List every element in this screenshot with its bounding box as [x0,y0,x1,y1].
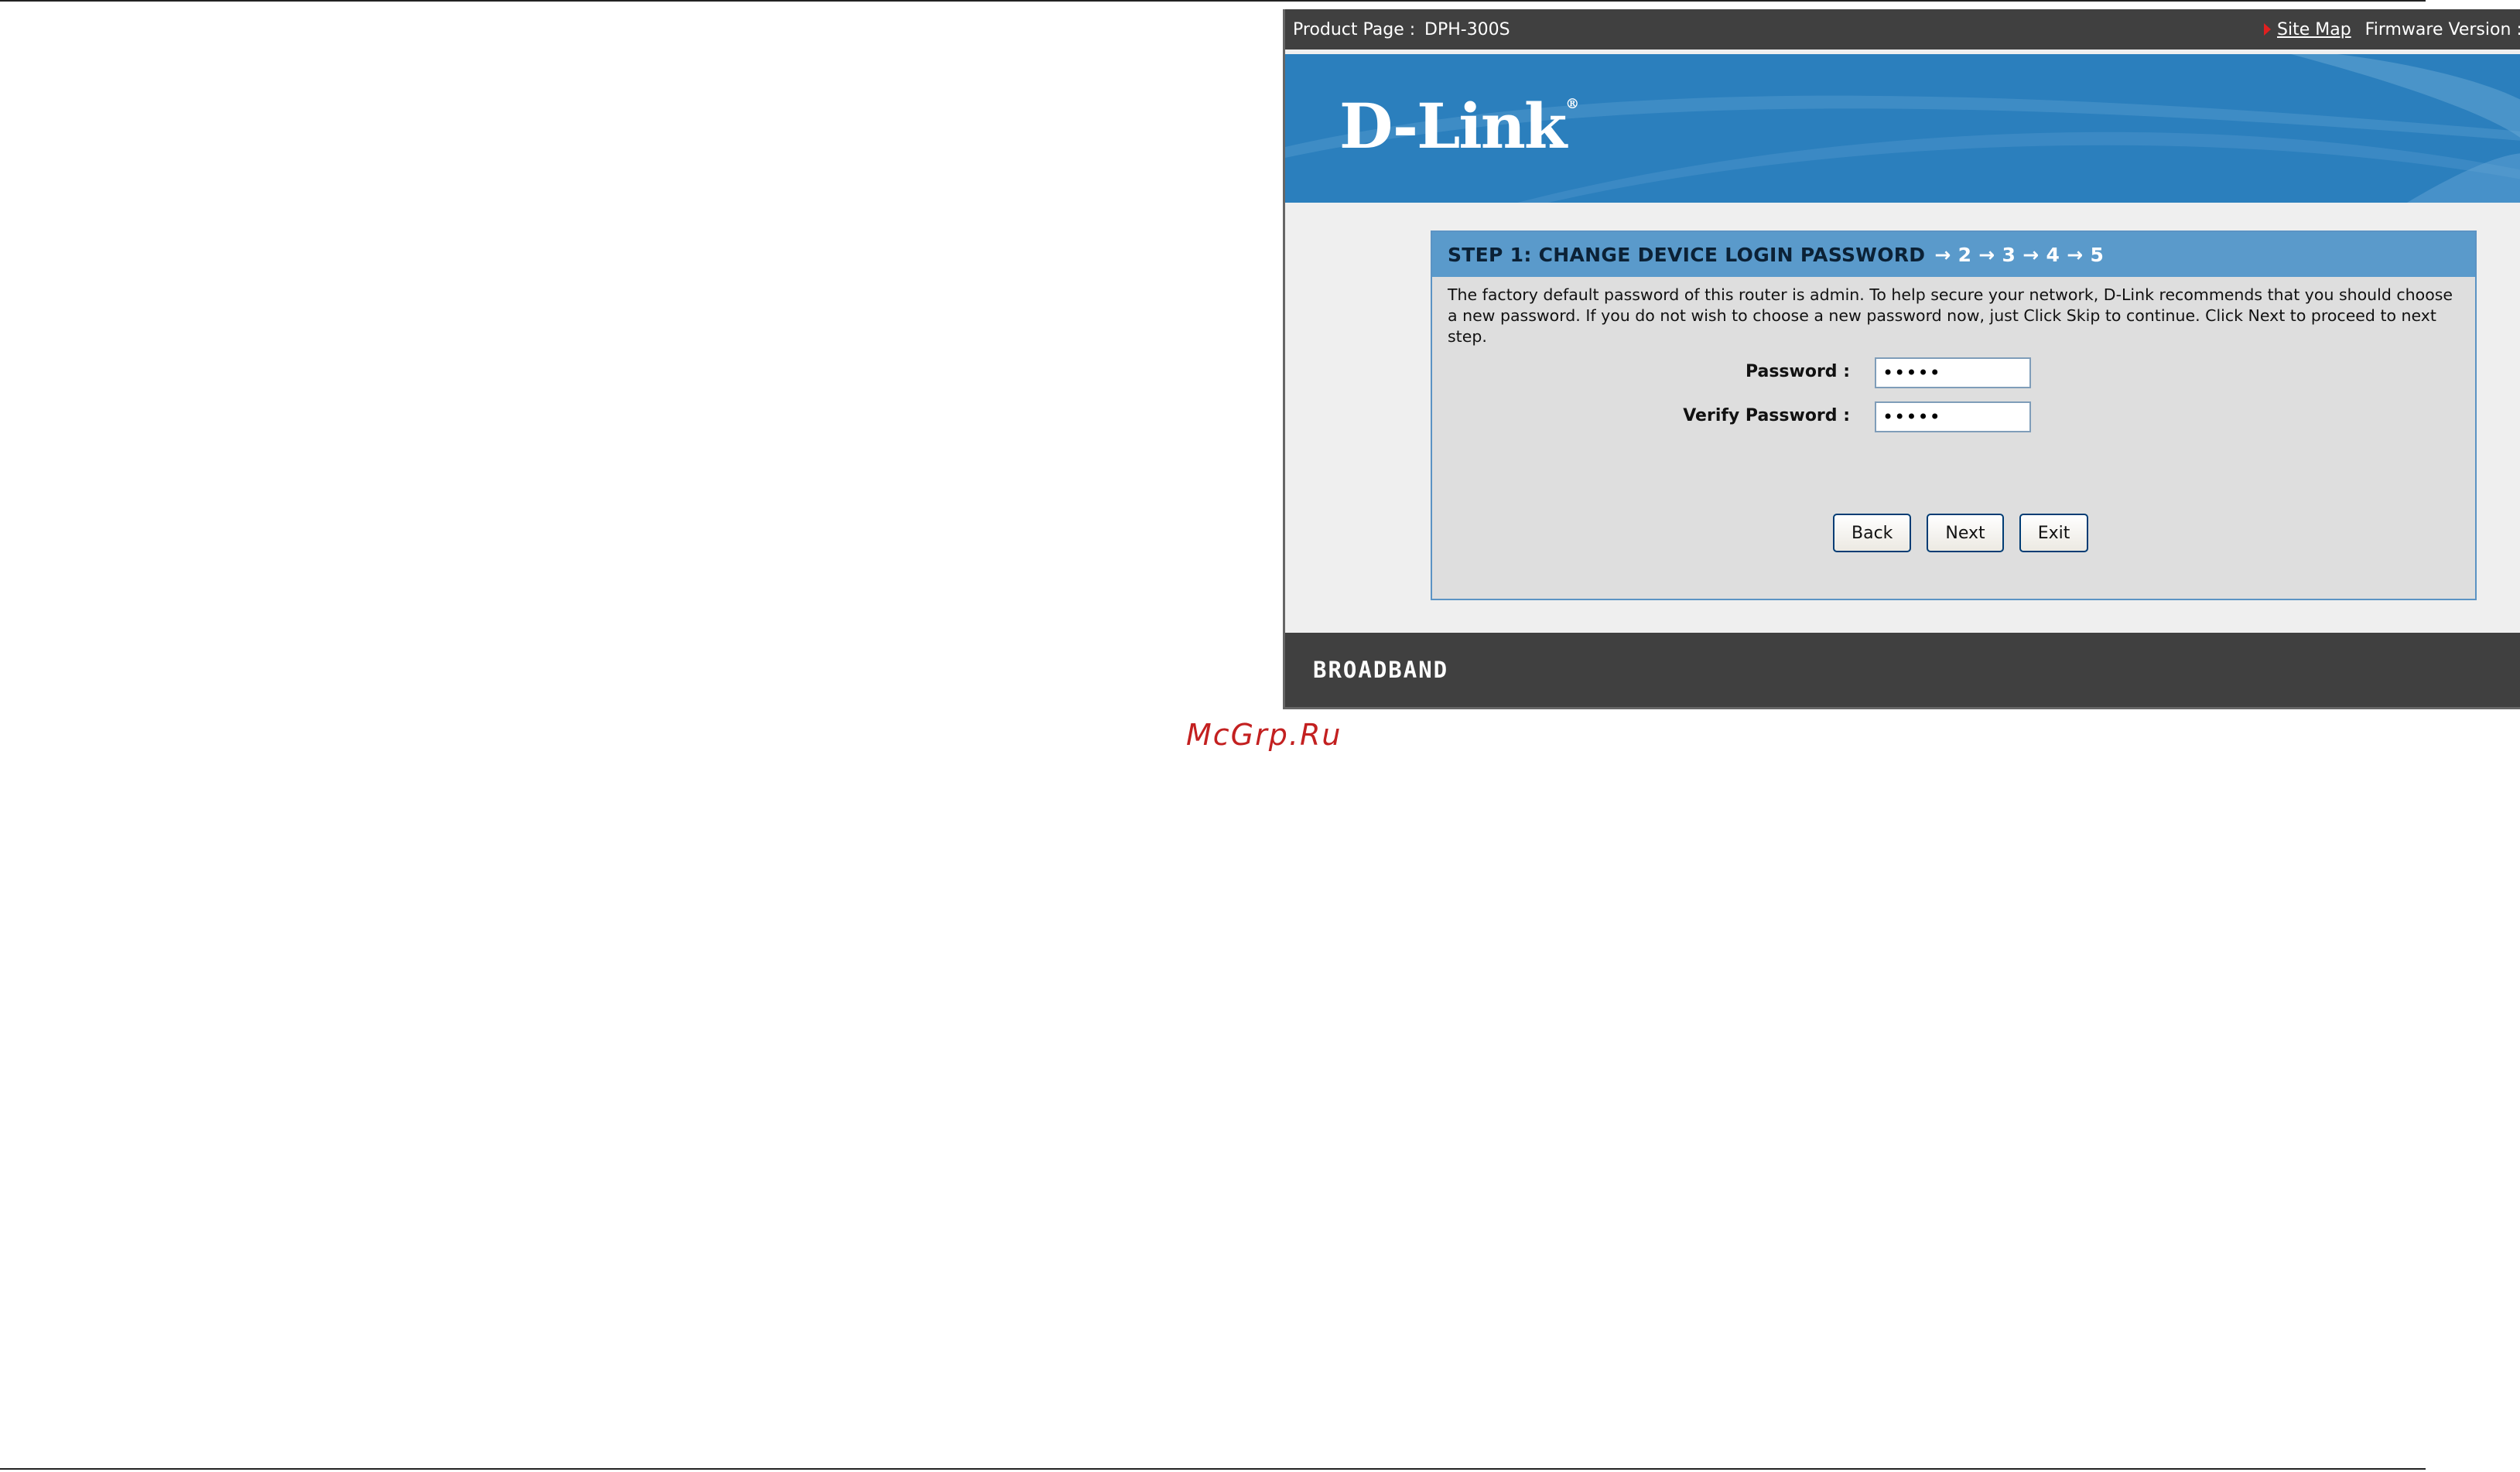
wizard-step-header: STEP 1: CHANGE DEVICE LOGIN PASSWORD → 2… [1432,232,2475,277]
broadband-footer: BROADBAND [1285,633,2520,707]
verify-password-row: Verify Password : ••••• [1432,401,2475,432]
dlink-logo: D-Link® [1339,90,1579,162]
wizard-step-sequence: → 2 → 3 → 4 → 5 [1934,243,2105,266]
page-bottom-rule [0,1468,2426,1470]
mcgrp-watermark: McGrp.Ru [1186,718,1342,752]
verify-password-input[interactable]: ••••• [1875,401,2031,432]
firmware-version-label: Firmware Version : [2364,19,2520,39]
wizard-buttons: Back Next Exit [1833,514,2089,552]
product-page-label: Product Page : [1293,19,1416,39]
site-map-label: Site Map [2277,19,2351,39]
verify-password-label: Verify Password : [1683,406,1850,425]
dlink-banner: D-Link® [1285,54,2520,203]
password-row: Password : ••••• [1432,357,2475,388]
password-input[interactable]: ••••• [1875,357,2031,388]
router-setup-screenshot: Product Page : DPH-300S Site Map Firmwar… [1283,9,2520,709]
setup-wizard-panel: STEP 1: CHANGE DEVICE LOGIN PASSWORD → 2… [1431,231,2477,600]
page-top-rule [0,0,2426,2]
exit-button[interactable]: Exit [2019,514,2089,552]
back-button[interactable]: Back [1833,514,1912,552]
red-arrow-icon [2264,23,2271,36]
dlink-logo-text: D-Link [1339,90,1567,162]
site-map-link[interactable]: Site Map [2264,20,2351,39]
top-bar-right: Site Map Firmware Version : 1 [2264,20,2520,39]
wizard-step-title: STEP 1: CHANGE DEVICE LOGIN PASSWORD [1448,243,1926,266]
broadband-label: BROADBAND [1313,657,1449,683]
top-info-bar: Product Page : DPH-300S Site Map Firmwar… [1285,9,2520,50]
next-button[interactable]: Next [1927,514,2004,552]
product-page-value: DPH-300S [1424,19,1510,39]
password-label: Password : [1745,362,1850,381]
wizard-description: The factory default password of this rou… [1448,285,2453,346]
registered-mark: ® [1565,96,1579,112]
